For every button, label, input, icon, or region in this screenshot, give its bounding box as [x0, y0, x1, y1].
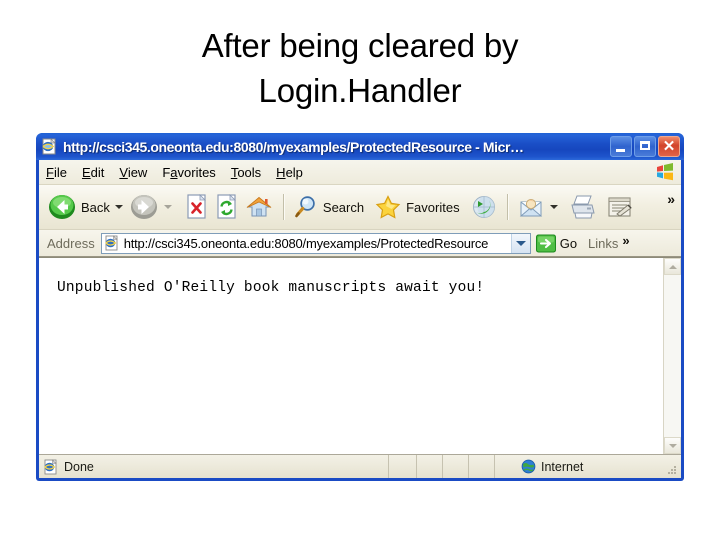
edit-button[interactable] [604, 188, 636, 226]
chevron-down-icon [515, 240, 526, 246]
address-bar: Address http://csci345.oneonta.edu:8080/… [39, 230, 681, 257]
scrollbar-track[interactable] [664, 275, 681, 437]
forward-button[interactable] [127, 188, 176, 226]
search-button-label: Search [322, 199, 365, 215]
scroll-down-button[interactable] [664, 437, 681, 454]
go-button-label: Go [559, 235, 578, 251]
restore-button[interactable] [634, 136, 656, 157]
status-message: Done [39, 455, 389, 478]
page-title: After being cleared by Login.Handler [60, 24, 660, 113]
mail-dropdown-icon[interactable] [549, 205, 558, 209]
stop-icon [184, 193, 210, 221]
address-label: Address [47, 235, 95, 251]
address-input[interactable]: http://csci345.oneonta.edu:8080/myexampl… [100, 232, 531, 254]
menu-item-file[interactable]: File [46, 165, 67, 180]
scroll-down-arrow-icon [668, 443, 677, 448]
page-message-text: Unpublished O'Reilly book manuscripts aw… [57, 280, 485, 296]
address-dropdown-button[interactable] [510, 233, 530, 253]
menu-item-help[interactable]: Help [276, 165, 303, 180]
search-icon [293, 193, 319, 221]
favorites-star-icon [374, 193, 402, 221]
address-url-text: http://csci345.oneonta.edu:8080/myexampl… [123, 235, 489, 251]
back-dropdown-icon[interactable] [114, 205, 123, 209]
edit-icon [606, 193, 634, 221]
document-body: Unpublished O'Reilly book manuscripts aw… [39, 258, 663, 454]
menu-bar: File Edit View Favorites Tools Help [39, 160, 681, 185]
favorites-button-label: Favorites [406, 199, 460, 215]
menu-item-tools[interactable]: Tools [231, 165, 261, 180]
back-button-label: Back [81, 199, 110, 215]
slide-canvas: After being cleared by Login.Handler htt… [0, 0, 720, 540]
vertical-scrollbar[interactable] [663, 258, 681, 454]
links-label[interactable]: Links [588, 236, 618, 251]
home-button[interactable] [242, 188, 276, 226]
status-segment-1 [389, 455, 417, 478]
ie-document-icon [104, 235, 120, 251]
refresh-button[interactable] [212, 188, 242, 226]
page-title-line-1: After being cleared by [201, 27, 519, 64]
forward-dropdown-icon [163, 205, 172, 209]
status-segment-2 [417, 455, 443, 478]
status-text: Done [64, 459, 94, 474]
windows-flag-icon [654, 162, 676, 182]
close-button[interactable]: ✕ [658, 136, 680, 157]
window-client-area: File Edit View Favorites Tools Help Back… [39, 160, 681, 478]
security-zone-text: Internet [541, 459, 584, 474]
ie-document-icon [43, 458, 59, 475]
status-segment-3 [443, 455, 469, 478]
menu-item-view[interactable]: View [119, 165, 147, 180]
print-button[interactable] [566, 188, 600, 226]
links-overflow-button[interactable]: » [622, 233, 629, 248]
browser-toolbar: Back Search Favorites » [39, 185, 681, 230]
browser-window: http://csci345.oneonta.edu:8080/myexampl… [36, 133, 684, 481]
refresh-icon [214, 193, 240, 221]
media-globe-icon [470, 193, 498, 221]
window-controls: ✕ [610, 136, 682, 157]
go-arrow-icon [535, 233, 557, 254]
minimize-icon [616, 149, 625, 152]
forward-arrow-icon [129, 192, 159, 222]
resize-grip-icon[interactable] [666, 464, 678, 476]
back-arrow-icon [47, 192, 77, 222]
globe-icon [521, 459, 536, 474]
search-button[interactable]: Search [291, 188, 366, 226]
minimize-button[interactable] [610, 136, 632, 157]
security-zone[interactable]: Internet [495, 455, 681, 478]
status-bar: Done Internet [39, 454, 681, 478]
favorites-button[interactable]: Favorites [372, 188, 461, 226]
mail-icon [517, 193, 545, 221]
mail-button[interactable] [515, 188, 562, 226]
ie-document-icon [41, 138, 58, 155]
media-button[interactable] [468, 188, 500, 226]
toolbar-separator-2 [506, 194, 508, 220]
stop-button[interactable] [182, 188, 212, 226]
scroll-up-arrow-icon [668, 264, 677, 269]
page-title-line-2: Login.Handler [258, 71, 462, 109]
restore-icon [640, 141, 650, 150]
toolbar-overflow-button[interactable]: » [667, 191, 675, 207]
window-title-text: http://csci345.oneonta.edu:8080/myexampl… [63, 138, 524, 155]
window-titlebar[interactable]: http://csci345.oneonta.edu:8080/myexampl… [36, 133, 684, 160]
menu-item-edit[interactable]: Edit [82, 165, 104, 180]
home-icon [244, 193, 274, 221]
print-icon [568, 193, 598, 221]
menu-item-favorites[interactable]: Favorites [162, 165, 215, 180]
page-content-area: Unpublished O'Reilly book manuscripts aw… [39, 257, 681, 454]
status-segment-4 [469, 455, 495, 478]
go-button[interactable]: Go [535, 233, 577, 254]
toolbar-separator-1 [282, 194, 284, 220]
close-icon: ✕ [662, 138, 676, 155]
scroll-up-button[interactable] [664, 258, 681, 275]
back-button[interactable]: Back [45, 188, 127, 226]
